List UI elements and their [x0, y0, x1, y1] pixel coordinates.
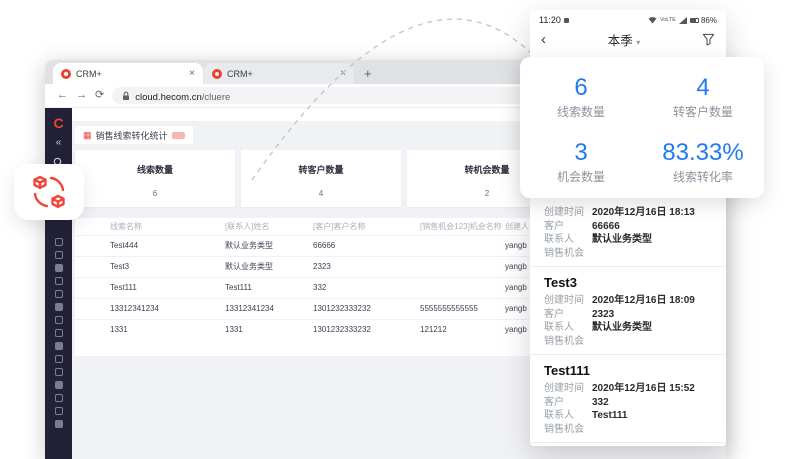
tab-new-badge: [172, 132, 185, 139]
stat-value: 4: [642, 74, 764, 101]
report-icon: ▦: [83, 131, 92, 140]
forward-icon[interactable]: →: [76, 90, 87, 101]
stat-value: 6: [75, 189, 235, 198]
hecom-brand-card: [14, 164, 84, 220]
sync-cubes-icon: [31, 174, 67, 210]
list-item[interactable]: 创建时间2020年12月16日 18:13 客户66666 联系人默认业务类型 …: [530, 199, 726, 267]
filter-icon[interactable]: [702, 33, 715, 46]
sidebar-app-icon[interactable]: [55, 290, 63, 298]
col-customer-name: [客户]客户名称: [313, 218, 420, 235]
mobile-lead-list: 创建时间2020年12月16日 18:13 客户66666 联系人默认业务类型 …: [530, 199, 726, 446]
browser-tab-2[interactable]: CRM+ ×: [204, 63, 354, 84]
browser-tab-title: CRM+: [227, 69, 253, 79]
stat-leads: 6 线索数量: [520, 74, 642, 120]
page-tab-label: 销售线索转化统计: [96, 129, 168, 142]
sidebar-app-icon[interactable]: [55, 238, 63, 246]
mobile-status-bar: 11:20 VoLTE 86%: [530, 10, 726, 27]
stat-opportunities: 3 机会数量: [520, 139, 642, 185]
sidebar-app-list: [55, 238, 63, 428]
hecom-logo-icon: C: [53, 115, 63, 131]
list-item[interactable]: Test111 创建时间2020年12月16日 15:52 客户332 联系人T…: [530, 355, 726, 443]
close-icon[interactable]: ×: [189, 69, 195, 79]
stat-card-customers: 转客户数量 4: [241, 150, 401, 207]
sidebar-app-icon[interactable]: [55, 303, 63, 311]
wifi-icon: [648, 17, 657, 24]
back-icon[interactable]: ←: [57, 90, 68, 101]
screenshot-canvas: CRM+ × CRM+ × + ← → ⟳ cloud.hecom.cn/clu…: [0, 0, 792, 459]
stat-value: 6: [520, 74, 642, 101]
lock-icon: [122, 91, 130, 101]
stat-customers: 4 转客户数量: [642, 74, 764, 120]
new-tab-button[interactable]: +: [364, 66, 372, 81]
sidebar-app-icon[interactable]: [55, 394, 63, 402]
browser-tab-title: CRM+: [76, 69, 102, 79]
page-tab-lead-stats[interactable]: ▦ 销售线索转化统计: [75, 126, 193, 144]
stat-label: 转客户数量: [241, 163, 401, 176]
sidebar-app-icon[interactable]: [55, 251, 63, 259]
col-lead-name: 线索名称: [75, 218, 225, 235]
refresh-icon[interactable]: ⟳: [95, 90, 104, 101]
lead-title: Test3: [544, 275, 714, 290]
crm-favicon: [212, 69, 222, 79]
signal-icon: [679, 17, 687, 24]
browser-tab-1[interactable]: CRM+ ×: [53, 63, 203, 84]
sidebar-app-icon[interactable]: [55, 355, 63, 363]
stat-label: 线索数量: [520, 103, 642, 120]
crm-favicon: [61, 69, 71, 79]
sidebar-app-icon[interactable]: [55, 316, 63, 324]
lead-title: Test111: [544, 363, 714, 378]
stat-label: 线索数量: [75, 163, 235, 176]
stat-value: 4: [241, 189, 401, 198]
stat-label: 线索转化率: [642, 168, 764, 185]
clock-text: 11:20: [539, 15, 561, 25]
chevron-down-icon: ▾: [636, 38, 640, 47]
period-dropdown[interactable]: 本季 ▾: [546, 30, 702, 49]
close-icon[interactable]: ×: [340, 69, 346, 79]
url-domain: cloud.hecom.cn: [135, 92, 202, 103]
volte-icon: VoLTE: [660, 17, 676, 23]
battery-percent: 86%: [701, 16, 717, 25]
sidebar-app-icon[interactable]: [55, 381, 63, 389]
sidebar-app-icon[interactable]: [55, 368, 63, 376]
url-path: /cluere: [202, 92, 231, 103]
battery-icon: 86%: [690, 16, 717, 25]
sidebar-app-icon[interactable]: [55, 264, 63, 272]
col-opportunity-name: [销售机会123]机会名称: [420, 218, 505, 235]
sidebar-app-icon[interactable]: [55, 407, 63, 415]
stat-conversion-rate: 83.33% 线索转化率: [642, 139, 764, 185]
period-label: 本季: [608, 34, 633, 48]
sidebar-app-icon[interactable]: [55, 342, 63, 350]
sidebar-app-icon[interactable]: [55, 329, 63, 337]
list-item[interactable]: Test3 创建时间2020年12月16日 18:09 客户2323 联系人默认…: [530, 267, 726, 355]
stat-value: 3: [520, 139, 642, 166]
list-item[interactable]: 13312341234 创建时间2020年12月16日 15:35: [530, 443, 726, 446]
stat-label: 转客户数量: [642, 103, 764, 120]
col-contact-name: [联系人]姓名: [225, 218, 313, 235]
mobile-nav-bar: ‹ 本季 ▾: [530, 27, 726, 56]
sidebar-app-icon[interactable]: [55, 277, 63, 285]
sidebar-app-icon[interactable]: [55, 420, 63, 428]
stat-card-leads: 线索数量 6: [75, 150, 235, 207]
mobile-stats-card: 6 线索数量 4 转客户数量 3 机会数量 83.33% 线索转化率: [520, 57, 764, 198]
stat-label: 机会数量: [520, 168, 642, 185]
stat-value: 83.33%: [642, 139, 764, 166]
stat-card-row: 线索数量 6 转客户数量 4 转机会数量 2: [75, 150, 567, 207]
notification-icon: [564, 18, 569, 23]
app-sidebar: C «: [45, 108, 72, 459]
collapse-sidebar-icon[interactable]: «: [56, 137, 62, 148]
